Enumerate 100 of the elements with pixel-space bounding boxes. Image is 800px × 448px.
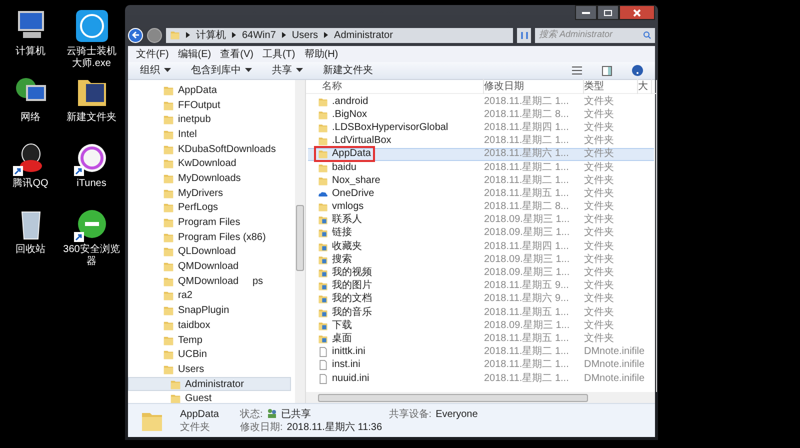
file-row[interactable]: .LDSBoxHypervisorGlobal 2018.11.星期四 1... 文件夹 <box>308 121 654 135</box>
file-row[interactable]: 搜索 2018.09.星期三 1... 文件夹 <box>308 253 654 266</box>
file-row[interactable]: 桌面 2018.11.星期五 1... 文件夹 <box>308 332 654 346</box>
file-name: .android <box>332 96 368 108</box>
file-row[interactable]: 收藏夹 2018.11.星期四 1... 文件夹 <box>308 240 654 254</box>
file-row[interactable]: 我的图片 2018.11.星期五 9... 文件夹 <box>308 280 654 293</box>
tree-item[interactable]: Guest <box>128 391 291 403</box>
tree-item[interactable]: SnapPlugin <box>128 303 291 318</box>
file-row[interactable]: baidu 2018.11.星期二 1... 文件夹 <box>308 160 654 174</box>
file-type: DMnote.inifile <box>584 346 646 358</box>
tree-item[interactable]: MyDrivers <box>128 186 291 200</box>
back-arrow-icon <box>132 31 140 39</box>
file-row[interactable]: Nox_share 2018.11.星期二 1... 文件夹 <box>308 174 654 188</box>
file-row[interactable]: .android 2018.11.星期二 1... 文件夹 <box>308 95 654 108</box>
tree-item[interactable]: Users <box>128 362 291 377</box>
tree-item[interactable]: QMDownload <box>128 259 291 274</box>
column-header[interactable]: 修改日期 <box>484 79 584 94</box>
desktop-icon-label[interactable]: 计算机 <box>2 46 60 58</box>
file-row[interactable]: 联系人 2018.09.星期三 1... 文件夹 <box>308 214 654 227</box>
breadcrumb-item[interactable]: 64Win7 <box>242 28 276 42</box>
file-row[interactable]: 我的文档 2018.11.星期六 9... 文件夹 <box>308 292 654 306</box>
desktop-icon-label[interactable]: iTunes <box>62 178 120 190</box>
column-header[interactable]: 类型 <box>584 79 638 94</box>
file-row[interactable]: 我的音乐 2018.11.星期五 1... 文件夹 <box>308 306 654 320</box>
file-date: 2018.09.星期三 1... <box>484 227 571 240</box>
tree-item[interactable]: PerfLogs <box>128 200 291 216</box>
back-button[interactable] <box>128 28 143 42</box>
details-status: 已共享 <box>280 408 312 420</box>
details-share-label: 共享设备: <box>388 408 432 420</box>
toolbar-button[interactable]: 共享 <box>272 63 303 78</box>
tree-item[interactable]: UCBin <box>128 347 291 362</box>
tree-item[interactable]: KwDownload <box>128 156 291 172</box>
scrollbar[interactable] <box>656 80 657 392</box>
tree-label: UCBin <box>178 348 207 362</box>
file-row[interactable]: nuuid.ini 2018.11.星期二 1... DMnote.inifile <box>308 372 654 386</box>
tree-item[interactable]: FFOutput <box>128 98 291 112</box>
file-name: 收藏夹 <box>332 240 362 253</box>
tree-item[interactable]: Intel <box>128 127 291 142</box>
desktop-icon-label[interactable]: 网络 <box>2 112 60 124</box>
folder-icon <box>318 202 328 212</box>
tree-item[interactable]: ra2 <box>128 288 291 304</box>
special-folder-icon <box>318 281 328 292</box>
file-row[interactable]: vmlogs 2018.11.星期二 8... 文件夹 <box>308 200 654 214</box>
menu-item[interactable]: 文件(F) <box>136 46 169 62</box>
folder-icon <box>163 232 174 243</box>
folder-icon <box>318 176 328 186</box>
toolbar-button[interactable]: 组织 <box>140 63 171 78</box>
file-row[interactable]: 链接 2018.09.星期三 1... 文件夹 <box>308 226 654 240</box>
menu-item[interactable]: 帮助(H) <box>304 46 338 62</box>
file-name: .LDSBoxHypervisorGlobal <box>332 122 448 134</box>
toolbar-button[interactable]: 新建文件夹 <box>323 63 373 78</box>
file-type: 文件夹 <box>584 280 615 292</box>
file-row[interactable]: inittk.ini 2018.11.星期二 1... DMnote.inifile <box>308 346 654 359</box>
tree-item[interactable]: Administrator <box>128 376 291 392</box>
file-date: 2018.11.星期二 1... <box>484 135 570 148</box>
file-name: .LdVirtualBox <box>332 135 392 148</box>
desktop-icon-label[interactable]: 腾讯QQ <box>2 178 60 190</box>
column-header[interactable]: 名称 <box>306 79 484 94</box>
desktop-icon-label[interactable]: 回收站 <box>2 244 60 256</box>
file-row[interactable]: OneDrive 2018.11.星期五 1... 文件夹 <box>308 187 654 200</box>
toolbar-button[interactable]: 包含到库中 <box>191 63 252 78</box>
close-button[interactable] <box>619 5 655 20</box>
tree-item[interactable]: inetpub <box>128 112 291 128</box>
tree-item[interactable]: taidbox <box>128 318 291 333</box>
address-bar[interactable]: 计算机 64Win7 Users Administrator <box>166 28 513 42</box>
menu-item[interactable]: 编辑(E) <box>178 46 212 62</box>
breadcrumb-item[interactable]: Users <box>292 28 318 42</box>
file-row[interactable]: 我的视频 2018.09.星期三 1... 文件夹 <box>308 266 654 280</box>
folder-icon <box>318 162 328 173</box>
file-row[interactable]: 下载 2018.09.星期三 1... 文件夹 <box>308 319 654 332</box>
file-date: 2018.11.星期二 8... <box>484 201 570 214</box>
tree-item[interactable]: Program Files <box>128 215 291 230</box>
scrollbar[interactable] <box>295 80 305 403</box>
file-row[interactable]: AppData 2018.11.星期六 1... 文件夹 <box>308 148 654 161</box>
tree-item[interactable]: QMDownload ps <box>128 274 291 289</box>
menu-item[interactable]: 工具(T) <box>262 46 296 62</box>
tree-item[interactable]: KDubaSoftDownloads <box>128 142 291 156</box>
tree-item[interactable]: Temp <box>128 332 291 348</box>
tree-item[interactable]: QLDownload <box>128 244 291 260</box>
tree-item[interactable]: MyDownloads <box>128 171 291 186</box>
desktop-icon-label[interactable]: 新建文件夹 <box>62 112 120 124</box>
file-date: 2018.09.星期三 1... <box>484 214 571 226</box>
horizontal-scrollbar[interactable] <box>306 392 655 403</box>
breadcrumb-item[interactable]: Administrator <box>334 28 393 42</box>
minimize-button[interactable] <box>575 5 597 20</box>
desktop-icon-label[interactable]: 360安全浏览器 <box>62 244 120 268</box>
column-header[interactable]: 大 <box>638 79 652 94</box>
tree-item[interactable]: AppData <box>128 83 291 98</box>
file-row[interactable]: .LdVirtualBox 2018.11.星期二 1... 文件夹 <box>308 134 654 148</box>
breadcrumb-item[interactable]: 计算机 <box>196 28 226 42</box>
file-row[interactable]: .BigNox 2018.11.星期二 8... 文件夹 <box>308 108 654 122</box>
folder-icon <box>170 393 181 403</box>
file-row[interactable]: inst.ini 2018.11.星期二 1... DMnote.inifile <box>308 358 654 372</box>
folder-icon <box>318 96 328 107</box>
maximize-button[interactable] <box>597 5 619 20</box>
refresh-button[interactable] <box>517 28 531 42</box>
forward-button[interactable] <box>147 28 162 42</box>
desktop-icon-label[interactable]: 云骑士装机大师.exe <box>62 46 120 70</box>
menu-item[interactable]: 查看(V) <box>220 46 254 62</box>
tree-item[interactable]: Program Files (x86) <box>128 230 291 245</box>
